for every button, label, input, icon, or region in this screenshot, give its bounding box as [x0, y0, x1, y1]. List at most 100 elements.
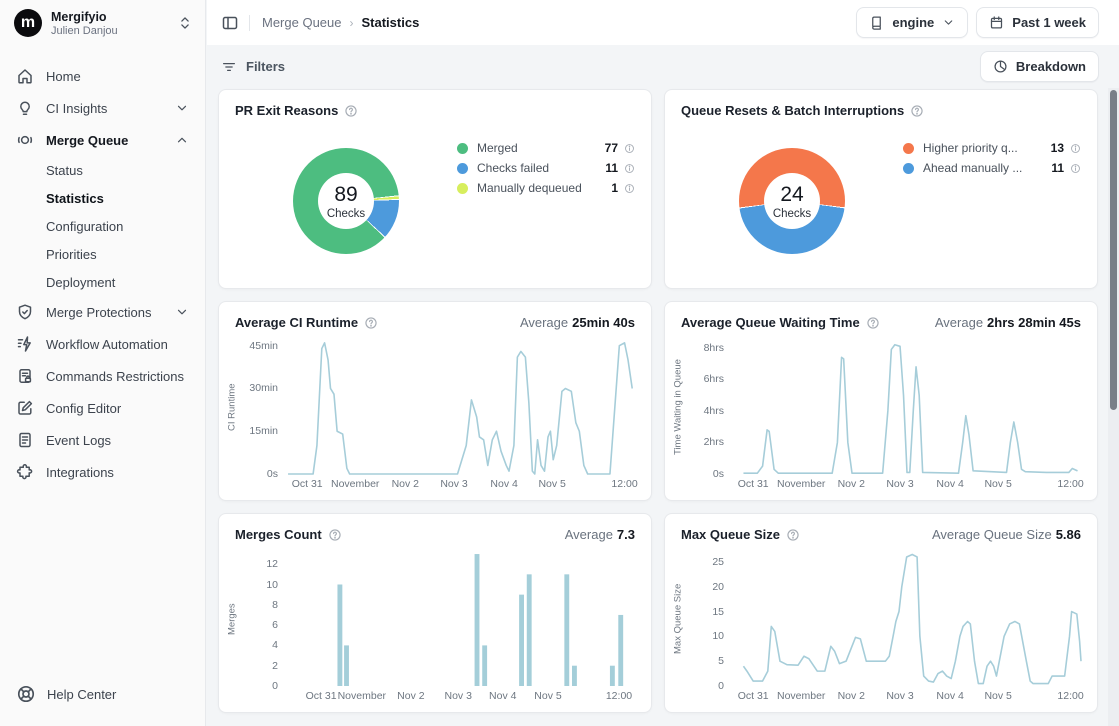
sidebar-item-merge-queue[interactable]: Merge Queue [0, 124, 205, 156]
legend-item-manually-dequeued[interactable]: Manually dequeued 1 [457, 178, 635, 198]
unfold-icon [177, 15, 193, 31]
info-icon[interactable] [1070, 143, 1081, 154]
pr-exit-reasons-card: PR Exit Reasons 89 Checks Merged 77 [218, 89, 652, 289]
merges-count-card: Merges Count Average7.3 Merges024681012O… [218, 513, 652, 713]
average-stat: Average Queue Size5.86 [932, 527, 1081, 542]
dashboard-grid: PR Exit Reasons 89 Checks Merged 77 [207, 88, 1119, 726]
help-icon[interactable] [344, 104, 358, 118]
bar-chart-svg [287, 552, 635, 686]
donut-unit: Checks [327, 208, 365, 220]
breadcrumb-merge-queue[interactable]: Merge Queue [262, 15, 342, 30]
legend-item-checks-failed[interactable]: Checks failed 11 [457, 158, 635, 178]
legend: Merged 77 Checks failed 11 Manually dequ… [457, 138, 635, 198]
merges-count-chart: Merges024681012Oct 31NovemberNov 2Nov 3N… [225, 552, 635, 706]
filter-icon [221, 59, 237, 75]
sidebar-item-event-logs[interactable]: Event Logs [0, 424, 205, 456]
sidebar-toggle-icon[interactable] [221, 14, 239, 32]
card-title: Average CI Runtime [235, 315, 358, 330]
help-icon[interactable] [786, 528, 800, 542]
repository-select[interactable]: engine [856, 7, 968, 38]
breadcrumb-separator: › [350, 16, 354, 30]
y-axis-title: CI Runtime [225, 340, 239, 474]
sidebar-item-deployment[interactable]: Deployment [0, 268, 205, 296]
sidebar-item-status[interactable]: Status [0, 156, 205, 184]
org-name: Mergifyio [51, 10, 168, 24]
queue-waiting-chart: Time Waiting in Queue0s2hrs4hrs6hrs8hrsO… [671, 340, 1081, 494]
queue-resets-card: Queue Resets & Batch Interruptions 24 Ch… [664, 89, 1098, 289]
vertical-scrollbar[interactable] [1108, 88, 1119, 726]
breakdown-button[interactable]: Breakdown [980, 51, 1099, 82]
ci-runtime-card: Average CI Runtime Average25min 40s CI R… [218, 301, 652, 501]
shield-check-icon [16, 303, 34, 321]
calendar-icon [989, 15, 1004, 30]
divider [249, 15, 250, 31]
max-queue-size-chart: Max Queue Size0510152025Oct 31NovemberNo… [671, 552, 1081, 706]
y-axis-ticks: 0510152025 [685, 552, 733, 686]
legend-item-ahead-manually[interactable]: Ahead manually ... 11 [903, 158, 1081, 178]
average-stat: Average7.3 [565, 527, 635, 542]
card-title: Average Queue Waiting Time [681, 315, 860, 330]
help-icon[interactable] [364, 316, 378, 330]
legend: Higher priority q... 13 Ahead manually .… [903, 138, 1081, 178]
info-icon[interactable] [1070, 163, 1081, 174]
info-icon[interactable] [624, 143, 635, 154]
sidebar-item-integrations[interactable]: Integrations [0, 456, 205, 488]
average-stat: Average2hrs 28min 45s [935, 315, 1081, 330]
home-icon [16, 67, 34, 85]
sidebar-item-config-editor[interactable]: Config Editor [0, 392, 205, 424]
card-title: Merges Count [235, 527, 322, 542]
repo-icon [869, 15, 884, 30]
sidebar-item-workflow-automation[interactable]: Workflow Automation [0, 328, 205, 360]
info-icon[interactable] [624, 183, 635, 194]
pie-chart-icon [993, 59, 1008, 74]
legend-item-merged[interactable]: Merged 77 [457, 138, 635, 158]
line-chart-svg [733, 340, 1081, 474]
chevron-down-icon [175, 101, 189, 115]
sidebar-item-configuration[interactable]: Configuration [0, 212, 205, 240]
help-icon[interactable] [328, 528, 342, 542]
y-axis-title: Merges [225, 552, 239, 686]
sidebar-item-priorities[interactable]: Priorities [0, 240, 205, 268]
donut-total: 24 [780, 183, 803, 207]
org-switcher[interactable]: m Mergifyio Julien Danjou [0, 0, 205, 46]
filters-button[interactable]: Filters [221, 59, 285, 75]
y-axis-title: Max Queue Size [671, 552, 685, 686]
y-axis-ticks: 0s15min30min45min [239, 340, 287, 474]
sidebar-nav: Home CI Insights Merge Queue Status Stat… [0, 46, 205, 670]
x-axis-ticks: Oct 31NovemberNov 2Nov 3Nov 4Nov 512:00 [287, 474, 635, 494]
clipboard-lock-icon [16, 367, 34, 385]
puzzle-icon [16, 463, 34, 481]
queue-resets-donut: 24 Checks [739, 148, 845, 254]
help-icon[interactable] [910, 104, 924, 118]
line-chart-svg [733, 552, 1081, 686]
date-range-button[interactable]: Past 1 week [976, 7, 1099, 38]
y-axis-ticks: 024681012 [239, 552, 287, 686]
x-axis-ticks: Oct 31NovemberNov 2Nov 3Nov 4Nov 512:00 [287, 686, 635, 706]
org-user: Julien Danjou [51, 25, 168, 37]
y-axis-title: Time Waiting in Queue [671, 340, 685, 474]
info-icon[interactable] [624, 163, 635, 174]
top-header: Merge Queue › Statistics engine Past 1 w… [207, 0, 1119, 45]
filters-toolbar: Filters Breakdown [207, 45, 1119, 88]
help-icon[interactable] [866, 316, 880, 330]
sidebar-item-commands-restrictions[interactable]: Commands Restrictions [0, 360, 205, 392]
sidebar-item-merge-protections[interactable]: Merge Protections [0, 296, 205, 328]
legend-dot [903, 143, 914, 154]
help-center-link[interactable]: Help Center [16, 684, 189, 704]
card-title: Queue Resets & Batch Interruptions [681, 103, 904, 118]
legend-dot [457, 183, 468, 194]
sidebar-item-ci-insights[interactable]: CI Insights [0, 92, 205, 124]
scrollbar-thumb[interactable] [1110, 90, 1117, 410]
line-chart-plot [733, 552, 1081, 686]
line-chart-plot [287, 340, 635, 474]
donut-unit: Checks [773, 208, 811, 220]
sidebar-item-home[interactable]: Home [0, 60, 205, 92]
chevron-down-icon [175, 305, 189, 319]
sidebar-item-statistics[interactable]: Statistics [0, 184, 205, 212]
line-chart-plot [733, 340, 1081, 474]
legend-dot [903, 163, 914, 174]
legend-item-higher-priority[interactable]: Higher priority q... 13 [903, 138, 1081, 158]
merge-queue-icon [16, 131, 34, 149]
donut-total: 89 [334, 183, 357, 207]
line-chart-svg [287, 340, 635, 474]
